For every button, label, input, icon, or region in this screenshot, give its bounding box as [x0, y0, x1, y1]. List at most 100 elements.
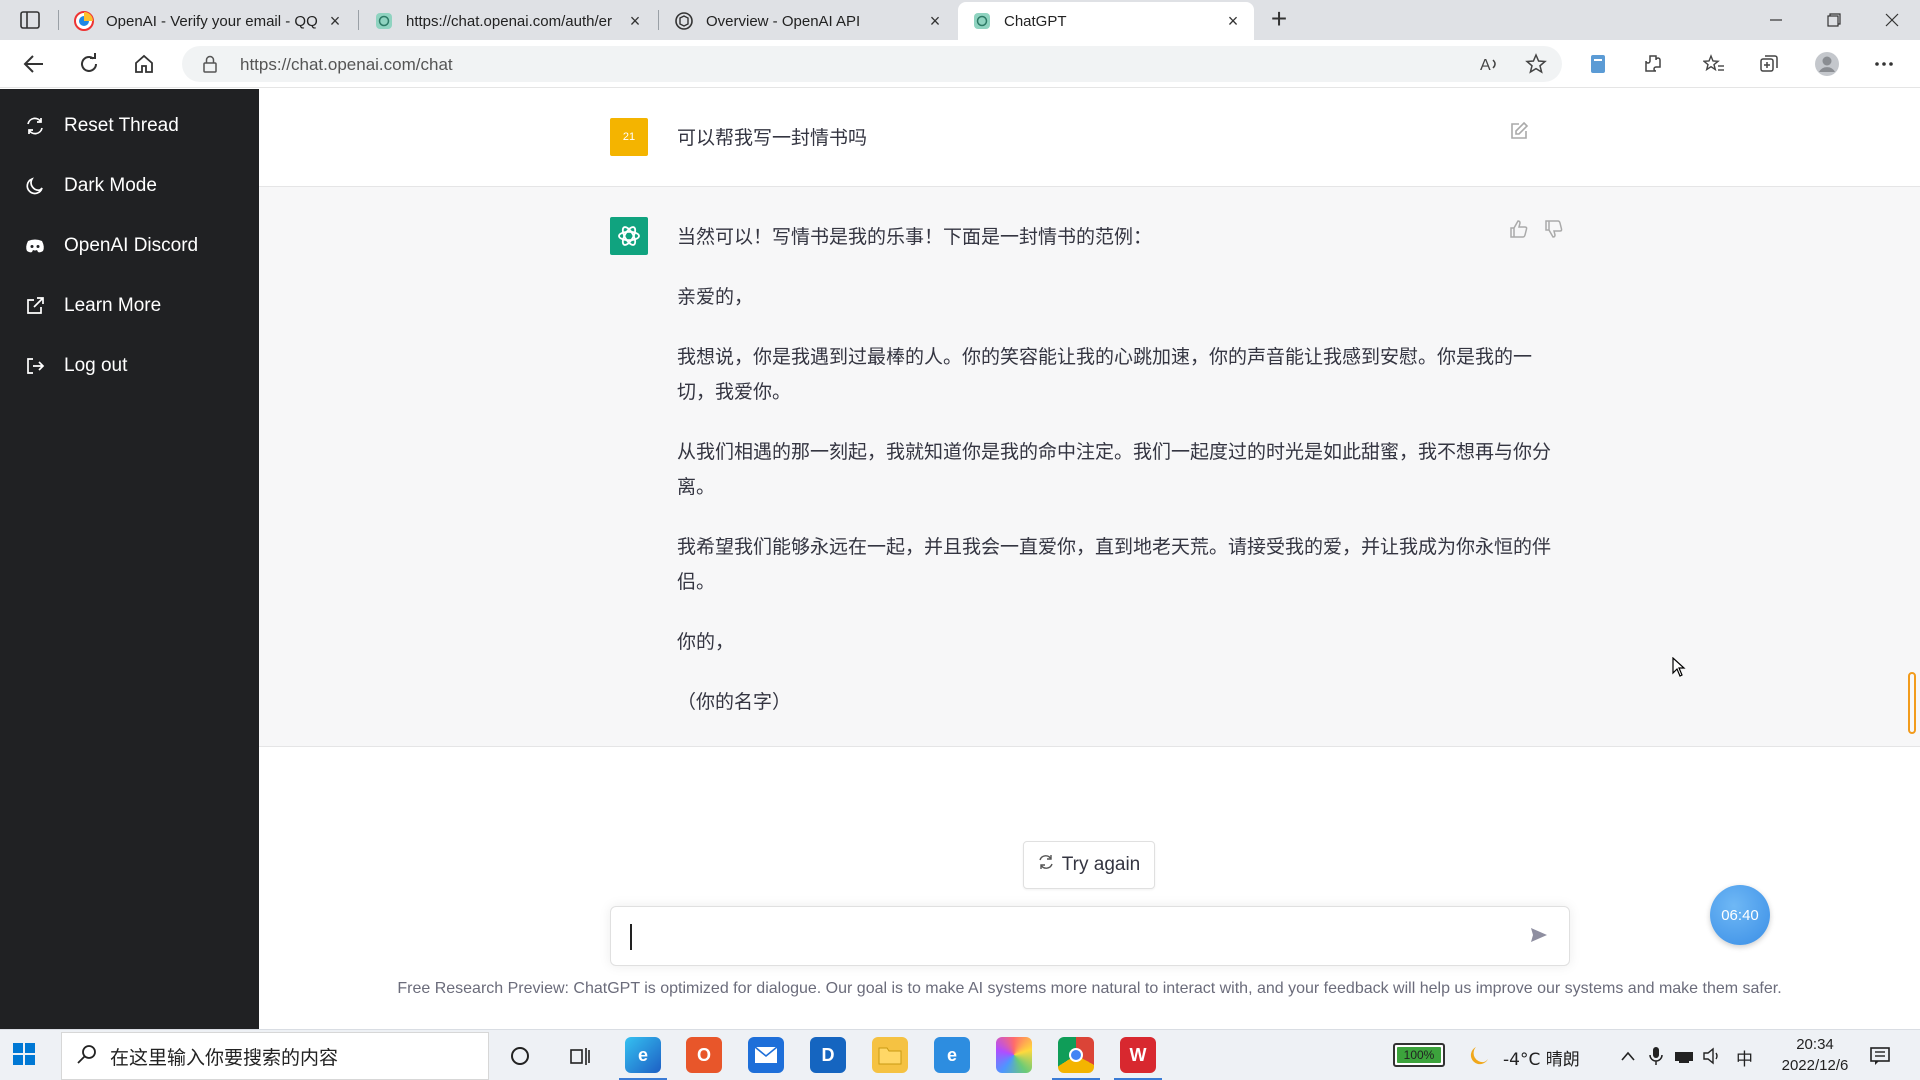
- send-icon[interactable]: [1529, 925, 1553, 949]
- tab-separator: [358, 10, 359, 30]
- openai-icon: [374, 11, 394, 31]
- openai-icon: [674, 11, 694, 31]
- message-paragraph: 我想说，你是我遇到过最棒的人。你的笑容能让我的心跳加速，你的声音能让我感到安慰。…: [677, 346, 1533, 403]
- address-bar[interactable]: https://chat.openai.com/chat: [182, 46, 1562, 82]
- lock-icon[interactable]: [202, 55, 218, 78]
- message-paragraph: 亲爱的，: [677, 286, 754, 308]
- openai-icon: [972, 11, 992, 31]
- wps-office-icon[interactable]: W: [1120, 1037, 1156, 1073]
- taskbar-search-box[interactable]: 在这里输入你要搜索的内容: [61, 1032, 489, 1080]
- home-icon[interactable]: [128, 48, 160, 80]
- sidebar-item-dark-mode[interactable]: Dark Mode: [0, 163, 259, 209]
- tab-separator: [58, 10, 59, 30]
- color-wheel-app-icon[interactable]: [996, 1037, 1032, 1073]
- tab-title: https://chat.openai.com/auth/er: [406, 12, 612, 30]
- tab-openai-api[interactable]: Overview - OpenAI API ×: [660, 2, 956, 40]
- sidebar-item-label: Learn More: [64, 295, 162, 316]
- sidebar-item-learn-more[interactable]: Learn More: [0, 283, 259, 329]
- search-icon: [76, 1043, 98, 1070]
- close-icon[interactable]: ×: [626, 12, 644, 30]
- close-icon[interactable]: ×: [326, 12, 344, 30]
- chat-main: 21 可以帮我写一封情书吗 当然可以！写情书是我的乐事！下面是一封情书的范例： …: [259, 89, 1920, 1029]
- new-tab-icon[interactable]: +: [1263, 4, 1295, 36]
- notification-icon[interactable]: [1860, 1036, 1900, 1076]
- try-again-button[interactable]: Try again: [1023, 841, 1155, 889]
- svg-text:A: A: [1480, 57, 1491, 74]
- edge-browser-icon[interactable]: e: [625, 1037, 661, 1073]
- tab-title: OpenAI - Verify your email - QQ: [106, 12, 318, 30]
- sidebar-item-openai-discord[interactable]: OpenAI Discord: [0, 223, 259, 269]
- thumbs-down-icon[interactable]: [1544, 219, 1568, 243]
- moon-icon: [24, 175, 46, 197]
- windows-taskbar: 在这里输入你要搜索的内容 e O D e W 100% -4°C 晴朗 中 20…: [0, 1029, 1920, 1080]
- collections-icon[interactable]: [1753, 48, 1785, 80]
- sidebar-item-reset-thread[interactable]: Reset Thread: [0, 103, 259, 149]
- sidebar-item-label: OpenAI Discord: [64, 235, 199, 256]
- recording-timer-badge: 06:40: [1710, 885, 1770, 945]
- battery-indicator[interactable]: 100%: [1393, 1043, 1445, 1067]
- mouse-cursor-icon: [1672, 656, 1686, 682]
- window-close-icon[interactable]: [1864, 0, 1920, 40]
- message-paragraph: （你的名字）: [677, 691, 792, 713]
- read-aloud-icon[interactable]: A: [1474, 48, 1506, 80]
- assistant-message: 当然可以！写情书是我的乐事！下面是一封情书的范例： 亲爱的， 我想说，你是我遇到…: [259, 187, 1920, 747]
- favorite-star-icon[interactable]: [1520, 48, 1552, 80]
- minimize-icon[interactable]: [1748, 0, 1804, 40]
- battery-percent: 100%: [1403, 1048, 1435, 1062]
- cortana-icon[interactable]: [500, 1036, 540, 1076]
- sidebar-item-label: Log out: [64, 355, 128, 376]
- chrome-icon[interactable]: [1058, 1037, 1094, 1073]
- ie-browser-icon[interactable]: e: [934, 1037, 970, 1073]
- clock-time: 20:34: [1796, 1036, 1834, 1053]
- thumbs-up-icon[interactable]: [1509, 219, 1533, 243]
- tab-chat-auth[interactable]: https://chat.openai.com/auth/er ×: [360, 2, 656, 40]
- ime-indicator[interactable]: 中: [1736, 1045, 1753, 1070]
- sidebar-item-log-out[interactable]: Log out: [0, 343, 259, 389]
- tab-actions-icon[interactable]: [14, 8, 46, 32]
- assistant-message-text: 当然可以！写情书是我的乐事！下面是一封情书的范例： 亲爱的， 我想说，你是我遇到…: [677, 220, 1557, 745]
- disclaimer-text: Free Research Preview: ChatGPT is optimi…: [397, 980, 1782, 997]
- weather-text[interactable]: -4°C 晴朗: [1503, 1045, 1580, 1070]
- close-icon[interactable]: ×: [1224, 12, 1242, 30]
- more-menu-icon[interactable]: [1868, 48, 1900, 80]
- mail-icon[interactable]: [748, 1037, 784, 1073]
- task-view-icon[interactable]: [560, 1036, 600, 1076]
- moon-weather-icon[interactable]: [1459, 1036, 1499, 1076]
- tab-separator: [658, 10, 659, 30]
- message-paragraph: 从我们相遇的那一刻起，我就知道你是我的命中注定。我们一起度过的时光是如此甜蜜，我…: [677, 441, 1552, 498]
- file-explorer-icon[interactable]: [872, 1037, 908, 1073]
- message-composer[interactable]: [610, 906, 1570, 966]
- scrollbar-thumb[interactable]: [1908, 672, 1916, 734]
- system-clock[interactable]: 20:34 2022/12/6: [1765, 1034, 1865, 1076]
- office-icon[interactable]: O: [686, 1037, 722, 1073]
- message-paragraph: 你的，: [677, 631, 735, 653]
- profile-avatar-icon[interactable]: [1811, 48, 1843, 80]
- message-input[interactable]: [635, 907, 1505, 965]
- volume-icon[interactable]: [1692, 1036, 1732, 1076]
- extensions-icon[interactable]: [1637, 48, 1669, 80]
- qq-mail-icon: [74, 11, 94, 31]
- reset-icon: [24, 115, 46, 137]
- url-text[interactable]: https://chat.openai.com/chat: [240, 55, 453, 75]
- back-arrow-icon[interactable]: [18, 48, 50, 80]
- clock-date: 2022/12/6: [1781, 1057, 1849, 1074]
- browser-tab-strip: OpenAI - Verify your email - QQ × https:…: [0, 0, 1920, 40]
- tab-title: Overview - OpenAI API: [706, 12, 861, 30]
- edit-icon[interactable]: [1509, 121, 1533, 145]
- close-icon[interactable]: ×: [926, 12, 944, 30]
- restore-icon[interactable]: [1806, 0, 1862, 40]
- tab-title: ChatGPT: [1004, 12, 1067, 30]
- reading-list-icon[interactable]: [1582, 48, 1614, 80]
- security-shield-icon[interactable]: D: [810, 1037, 846, 1073]
- windows-start-icon[interactable]: [12, 1042, 40, 1070]
- logout-icon: [24, 355, 46, 377]
- discord-icon: [24, 235, 46, 257]
- taskbar-search-placeholder: 在这里输入你要搜索的内容: [110, 1046, 339, 1069]
- user-message-text: 可以帮我写一封情书吗: [677, 127, 868, 149]
- refresh-icon: [1038, 854, 1054, 876]
- user-avatar: 21: [610, 118, 648, 156]
- tab-chatgpt[interactable]: ChatGPT ×: [958, 2, 1254, 40]
- tab-qq-mail[interactable]: OpenAI - Verify your email - QQ ×: [60, 2, 356, 40]
- favorites-icon[interactable]: [1698, 48, 1730, 80]
- refresh-icon[interactable]: [73, 48, 105, 80]
